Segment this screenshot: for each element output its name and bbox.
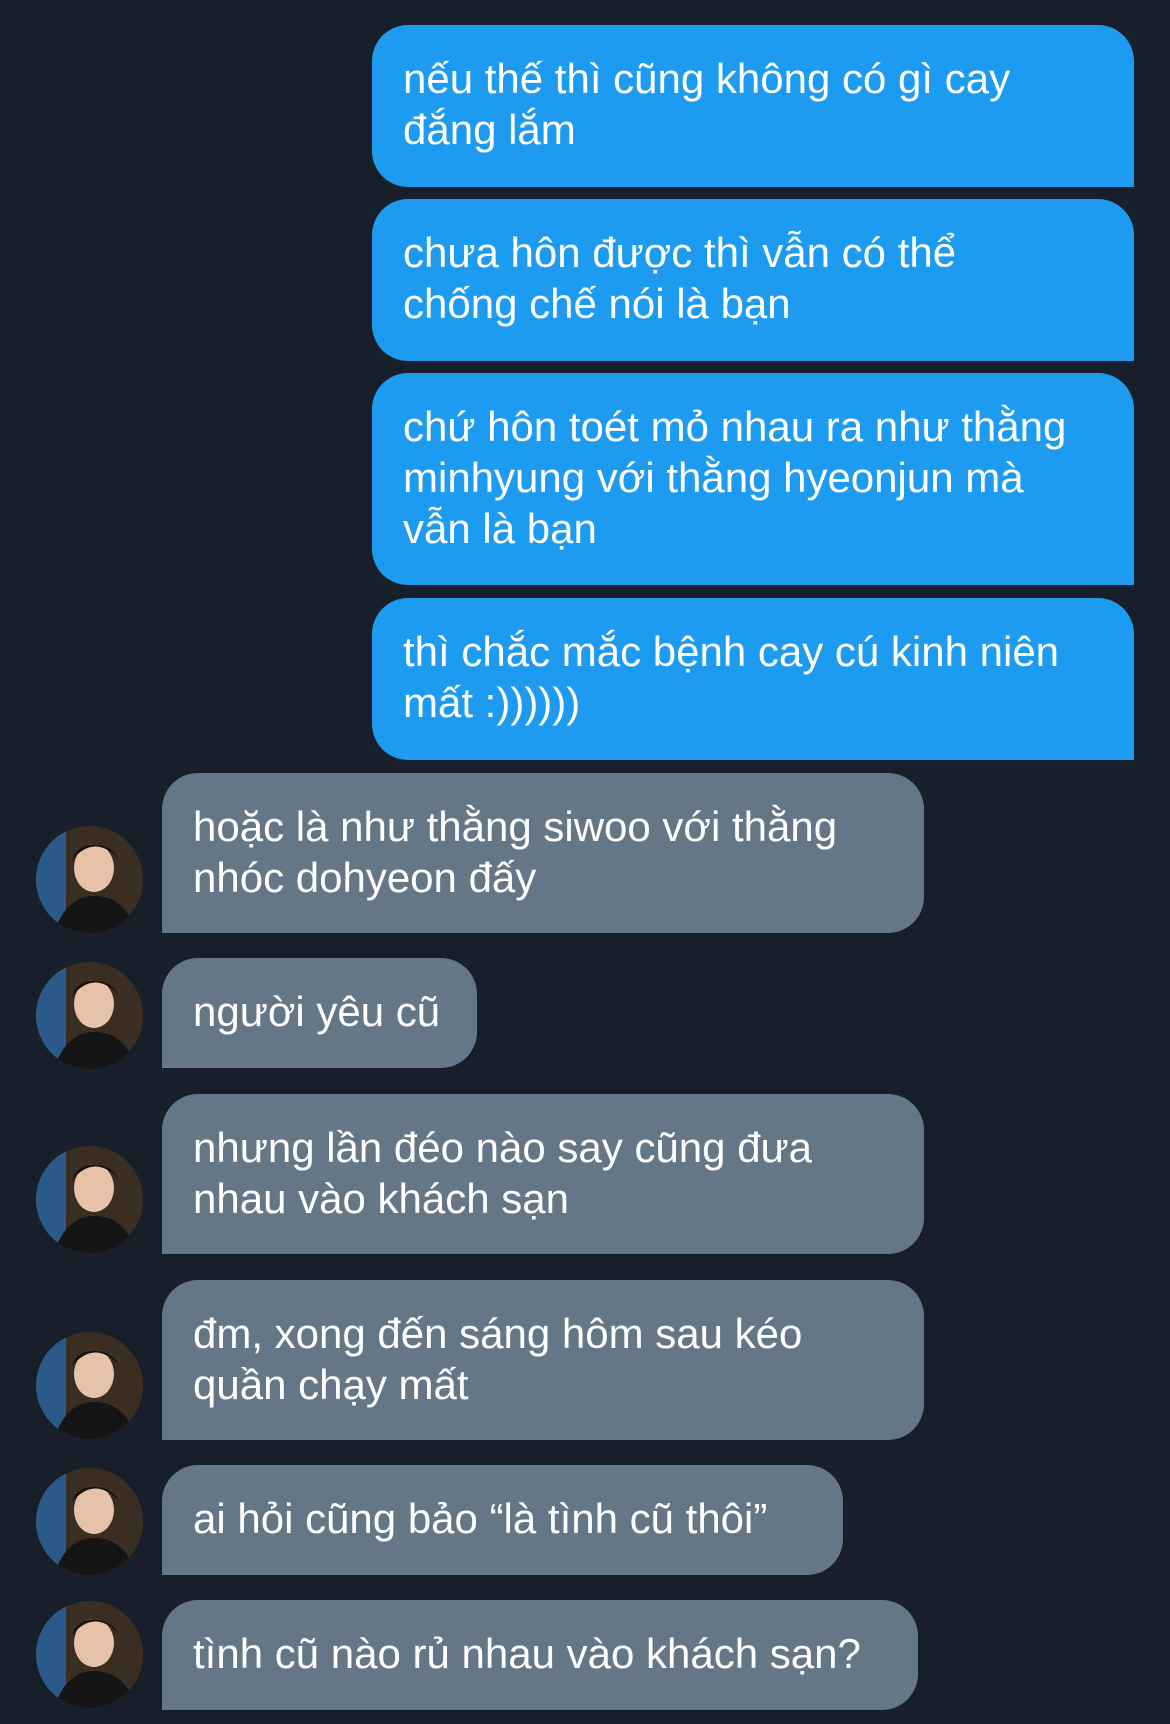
outgoing-message[interactable]: chưa hôn được thì vẫn có thể chống chế n…: [372, 199, 1134, 361]
outgoing-message[interactable]: nếu thế thì cũng không có gì cay đắng lắ…: [372, 25, 1134, 187]
avatar-icon: [36, 1601, 143, 1708]
incoming-message[interactable]: ai hỏi cũng bảo “là tình cũ thôi”: [162, 1465, 843, 1575]
avatar-icon: [36, 962, 143, 1069]
sender-avatar[interactable]: [36, 1468, 143, 1575]
outgoing-message[interactable]: thì chắc mắc bệnh cay cú kinh niên mất :…: [372, 598, 1134, 760]
avatar-icon: [36, 1332, 143, 1439]
sender-avatar[interactable]: [36, 1146, 143, 1253]
sender-avatar[interactable]: [36, 962, 143, 1069]
sender-avatar[interactable]: [36, 1332, 143, 1439]
incoming-message[interactable]: tình cũ nào rủ nhau vào khách sạn?: [162, 1600, 918, 1710]
avatar-icon: [36, 1468, 143, 1575]
sender-avatar[interactable]: [36, 826, 143, 933]
incoming-message[interactable]: đm, xong đến sáng hôm sau kéo quần chạy …: [162, 1280, 924, 1440]
incoming-message[interactable]: nhưng lần đéo nào say cũng đưa nhau vào …: [162, 1094, 924, 1254]
avatar-icon: [36, 1146, 143, 1253]
sender-avatar[interactable]: [36, 1601, 143, 1708]
incoming-message[interactable]: hoặc là như thằng siwoo với thằng nhóc d…: [162, 773, 924, 933]
avatar-icon: [36, 826, 143, 933]
outgoing-message[interactable]: chứ hôn toét mỏ nhau ra như thằng minhyu…: [372, 373, 1134, 585]
incoming-message[interactable]: người yêu cũ: [162, 958, 477, 1068]
